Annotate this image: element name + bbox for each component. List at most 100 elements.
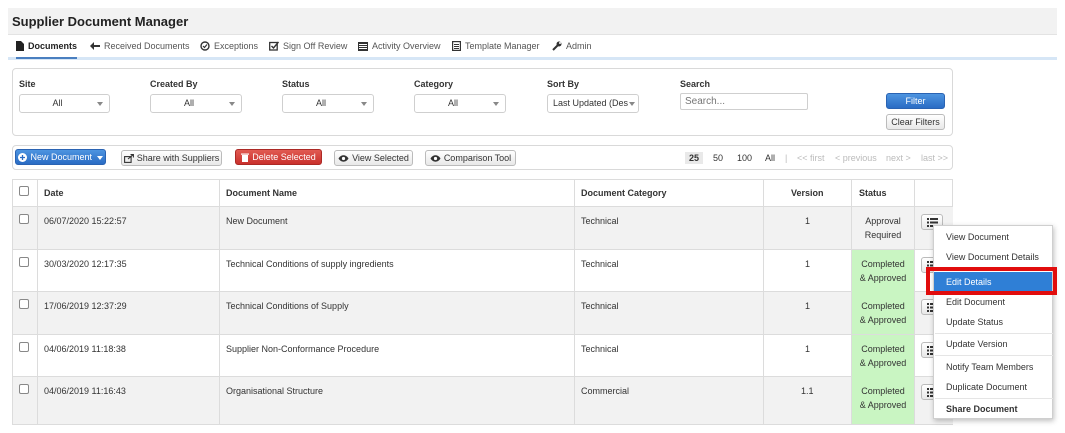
category-select[interactable]: All	[414, 94, 506, 113]
tab-received-documents[interactable]: Received Documents	[90, 41, 190, 51]
delete-selected-label: Delete Selected	[252, 152, 316, 162]
menu-item-edit-document[interactable]: Edit Document	[946, 297, 1005, 307]
tab-activity-overview[interactable]: Activity Overview	[358, 41, 441, 51]
tab-sign-off-review-label: Sign Off Review	[283, 41, 348, 51]
tab-template-manager[interactable]: Template Manager	[452, 41, 540, 51]
eye-icon	[338, 155, 349, 162]
menu-item-duplicate-document[interactable]: Duplicate Document	[946, 382, 1027, 392]
comparison-tool-button[interactable]: Comparison Tool	[425, 150, 516, 166]
new-document-button[interactable]: New Document	[15, 149, 106, 165]
last-page-link[interactable]: last >>	[921, 153, 948, 163]
file-icon	[16, 41, 24, 51]
tab-exceptions[interactable]: Exceptions	[200, 41, 258, 51]
plus-circle-icon	[18, 153, 28, 163]
first-page-link[interactable]: << first	[797, 153, 825, 163]
wrench-icon	[552, 41, 562, 51]
row-document-name[interactable]: Technical Conditions of Supply	[226, 301, 349, 311]
tab-documents[interactable]: Documents	[16, 41, 78, 59]
row-checkbox[interactable]	[19, 257, 29, 267]
column-header-version[interactable]: Version	[791, 180, 824, 206]
tab-documents-label: Documents	[28, 41, 78, 51]
page-size-100[interactable]: 100	[737, 153, 752, 163]
menu-item-notify-team-members[interactable]: Notify Team Members	[946, 362, 1033, 372]
column-header-status[interactable]: Status	[859, 180, 887, 206]
menu-item-update-version[interactable]: Update Version	[946, 339, 1008, 349]
tab-sign-off-review[interactable]: Sign Off Review	[269, 41, 347, 51]
column-header-document-category[interactable]: Document Category	[581, 180, 667, 206]
status-badge: Completed & Approved	[852, 335, 914, 377]
row-checkbox[interactable]	[19, 342, 29, 352]
view-selected-button[interactable]: View Selected	[334, 150, 413, 166]
share-with-suppliers-label: Share with Suppliers	[136, 153, 220, 163]
divider	[13, 334, 953, 335]
row-document-name[interactable]: Organisational Structure	[226, 386, 323, 396]
status-select[interactable]: All	[282, 94, 374, 113]
divider	[13, 249, 953, 250]
row-document-name[interactable]: Technical Conditions of supply ingredien…	[226, 259, 394, 269]
row-checkbox[interactable]	[19, 299, 29, 309]
row-document-name[interactable]: New Document	[226, 216, 288, 226]
divider	[13, 206, 953, 207]
tab-admin[interactable]: Admin	[552, 41, 592, 51]
row-document-name[interactable]: Supplier Non-Conformance Procedure	[226, 344, 379, 354]
row-actions-menu: View Document View Document Details Edit…	[933, 225, 1053, 419]
new-document-label: New Document	[30, 152, 92, 162]
status-badge: Approval Required	[852, 207, 914, 249]
sort-by-select[interactable]: Last Updated (Desc	[547, 94, 639, 113]
menu-item-share-document[interactable]: Share Document	[946, 404, 1018, 414]
column-header-document-name[interactable]: Document Name	[226, 180, 297, 206]
share-icon	[123, 154, 134, 164]
search-input[interactable]	[680, 93, 808, 110]
filter-button[interactable]: Filter	[886, 93, 945, 109]
created-by-select[interactable]: All	[150, 94, 242, 113]
tab-template-manager-label: Template Manager	[465, 41, 540, 51]
status-line-2: Required	[864, 230, 902, 240]
template-icon	[452, 41, 461, 51]
row-date: 06/07/2020 15:22:57	[44, 216, 127, 226]
row-version: 1	[805, 259, 811, 269]
status-line-1: Completed	[861, 344, 905, 354]
divider	[13, 376, 953, 377]
clear-filters-button[interactable]: Clear Filters	[886, 114, 945, 130]
next-page-link[interactable]: next >	[886, 153, 911, 163]
row-date: 17/06/2019 12:37:29	[44, 301, 127, 311]
menu-item-view-document[interactable]: View Document	[946, 232, 1009, 242]
comparison-tool-label: Comparison Tool	[443, 153, 512, 163]
page-size-25[interactable]: 25	[685, 152, 704, 164]
check-circle-icon	[200, 41, 210, 51]
previous-page-link[interactable]: < previous	[835, 153, 877, 163]
row-version: 1	[805, 344, 811, 354]
chevron-down-icon	[229, 102, 235, 106]
title-bar: Supplier Document Manager	[8, 8, 1057, 35]
menu-item-update-status[interactable]: Update Status	[946, 317, 1003, 327]
divider	[914, 180, 915, 425]
view-selected-label: View Selected	[352, 153, 409, 163]
check-square-icon	[269, 41, 279, 51]
site-select[interactable]: All	[19, 94, 110, 113]
row-checkbox[interactable]	[19, 384, 29, 394]
chevron-down-icon	[629, 102, 635, 106]
eye-icon	[430, 155, 441, 162]
row-category: Technical	[581, 344, 619, 354]
pagination-separator: |	[785, 153, 788, 163]
menu-item-view-document-details[interactable]: View Document Details	[946, 252, 1039, 262]
chevron-down-icon	[361, 102, 367, 106]
row-checkbox[interactable]	[19, 214, 29, 224]
table-row-bg	[13, 207, 953, 249]
arrow-left-icon	[90, 42, 100, 50]
column-header-date[interactable]: Date	[44, 180, 64, 206]
share-with-suppliers-button[interactable]: Share with Suppliers	[121, 150, 222, 166]
row-category: Commercial	[581, 386, 630, 396]
status-badge: Completed & Approved	[852, 250, 914, 292]
page-size-50[interactable]: 50	[713, 153, 723, 163]
divider	[13, 291, 953, 292]
divider	[935, 355, 1053, 356]
status-line-2: & Approved	[859, 273, 907, 283]
row-version: 1	[805, 301, 811, 311]
page-size-all[interactable]: All	[765, 153, 775, 163]
row-category: Technical	[581, 216, 619, 226]
delete-selected-button[interactable]: Delete Selected	[235, 149, 322, 165]
chevron-down-icon	[97, 102, 103, 106]
table-row-bg	[13, 250, 953, 292]
select-all-checkbox[interactable]	[19, 186, 29, 196]
